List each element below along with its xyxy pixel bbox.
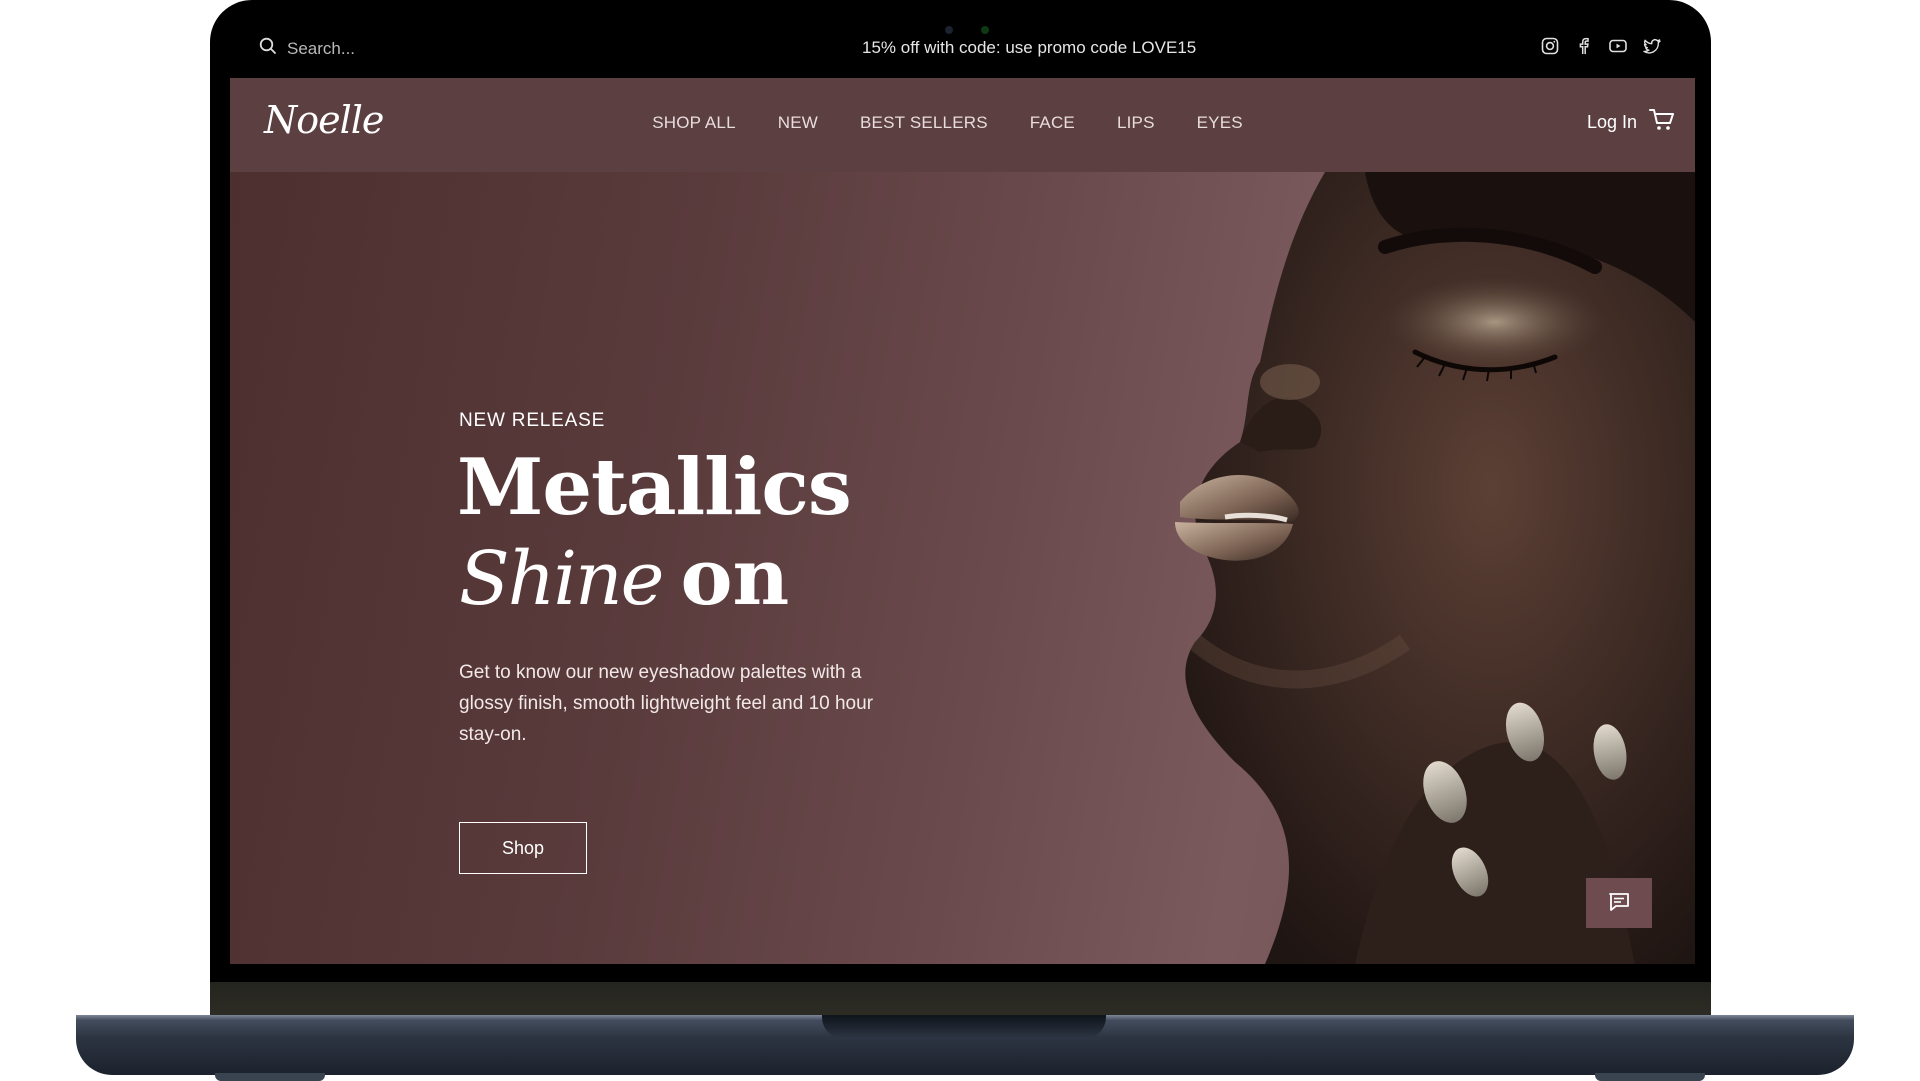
nav-menu: SHOP ALL NEW BEST SELLERS FACE LIPS EYES <box>230 113 1695 133</box>
nav-item-face[interactable]: FACE <box>1030 113 1075 133</box>
cart-icon[interactable] <box>1649 108 1675 137</box>
hero-headline-script: Shine <box>459 536 664 622</box>
facebook-icon[interactable] <box>1574 36 1594 61</box>
nav-item-shop-all[interactable]: SHOP ALL <box>652 113 736 133</box>
main-navigation: Noelle SHOP ALL NEW BEST SELLERS FACE LI… <box>230 78 1695 172</box>
hero-headline-line1: Metallics <box>457 442 852 533</box>
search-placeholder[interactable]: Search... <box>287 39 355 59</box>
youtube-icon[interactable] <box>1608 36 1628 61</box>
promo-text: 15% off with code: use promo code LOVE15 <box>862 38 1197 57</box>
hero-description: Get to know our new eyeshadow palettes w… <box>459 662 874 745</box>
nav-item-best-sellers[interactable]: BEST SELLERS <box>860 113 988 133</box>
chat-icon <box>1608 892 1630 915</box>
search-icon <box>259 37 277 60</box>
twitter-icon[interactable] <box>1642 36 1662 61</box>
chat-button[interactable] <box>1586 878 1652 928</box>
hero-eyebrow: NEW RELEASE <box>459 410 606 431</box>
laptop-notch <box>822 1015 1106 1039</box>
hero-headline-bold: on <box>680 532 790 623</box>
hero-model-image <box>1175 172 1695 964</box>
hero-headline-line2: Shine on <box>459 532 789 623</box>
search-field[interactable]: Search... <box>259 37 355 60</box>
hero-banner: NEW RELEASE Metallics Shine on Get to kn… <box>230 172 1695 964</box>
nav-item-eyes[interactable]: EYES <box>1197 113 1243 133</box>
announcement-bar: Search... 15% off with code: use promo c… <box>230 30 1690 66</box>
shop-button[interactable]: Shop <box>459 822 587 874</box>
nav-item-lips[interactable]: LIPS <box>1117 113 1155 133</box>
nav-item-new[interactable]: NEW <box>778 113 818 133</box>
login-link[interactable]: Log In <box>1587 112 1637 133</box>
instagram-icon[interactable] <box>1540 36 1560 61</box>
laptop-bezel-bottom <box>210 982 1711 1018</box>
social-links <box>1540 36 1662 61</box>
website-screen: Noelle SHOP ALL NEW BEST SELLERS FACE LI… <box>230 78 1695 964</box>
nav-account: Log In <box>1587 108 1675 137</box>
